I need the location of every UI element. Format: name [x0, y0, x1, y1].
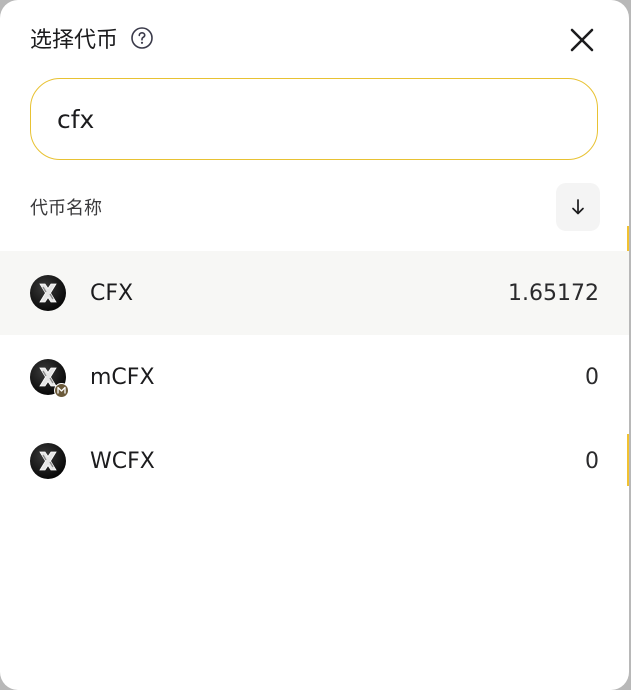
token-symbol: WCFX: [90, 448, 155, 474]
token-list: CFX 1.65172 mCFX 0 WCFX 0: [0, 251, 629, 503]
token-row-mcfx[interactable]: mCFX 0: [0, 335, 629, 419]
token-search-box[interactable]: [30, 78, 598, 160]
conflux-logo-icon: [30, 275, 66, 311]
question-circle-icon[interactable]: [130, 26, 154, 50]
dialog-header: 选择代币: [30, 24, 154, 58]
arrow-down-icon: [572, 199, 584, 215]
dialog-title: 选择代币: [30, 28, 119, 53]
token-search-input[interactable]: [55, 103, 573, 135]
token-balance: 1.65172: [508, 280, 599, 306]
token-symbol: CFX: [90, 280, 134, 306]
token-balance: 0: [585, 448, 599, 474]
conflux-logo-icon: [30, 443, 66, 479]
token-row-wcfx[interactable]: WCFX 0: [0, 419, 629, 503]
token-name-column-label: 代币名称: [30, 198, 102, 219]
close-x-icon: [570, 28, 594, 52]
m-badge-icon: [54, 383, 69, 398]
token-symbol: mCFX: [90, 364, 155, 390]
token-list-header: 代币名称: [30, 183, 600, 231]
token-balance: 0: [585, 364, 599, 390]
sort-button[interactable]: [556, 183, 600, 231]
token-row-cfx[interactable]: CFX 1.65172: [0, 251, 629, 335]
close-button[interactable]: [564, 22, 600, 58]
token-select-dialog: 选择代币 代币名称: [0, 0, 629, 690]
conflux-logo-icon: [30, 359, 69, 398]
